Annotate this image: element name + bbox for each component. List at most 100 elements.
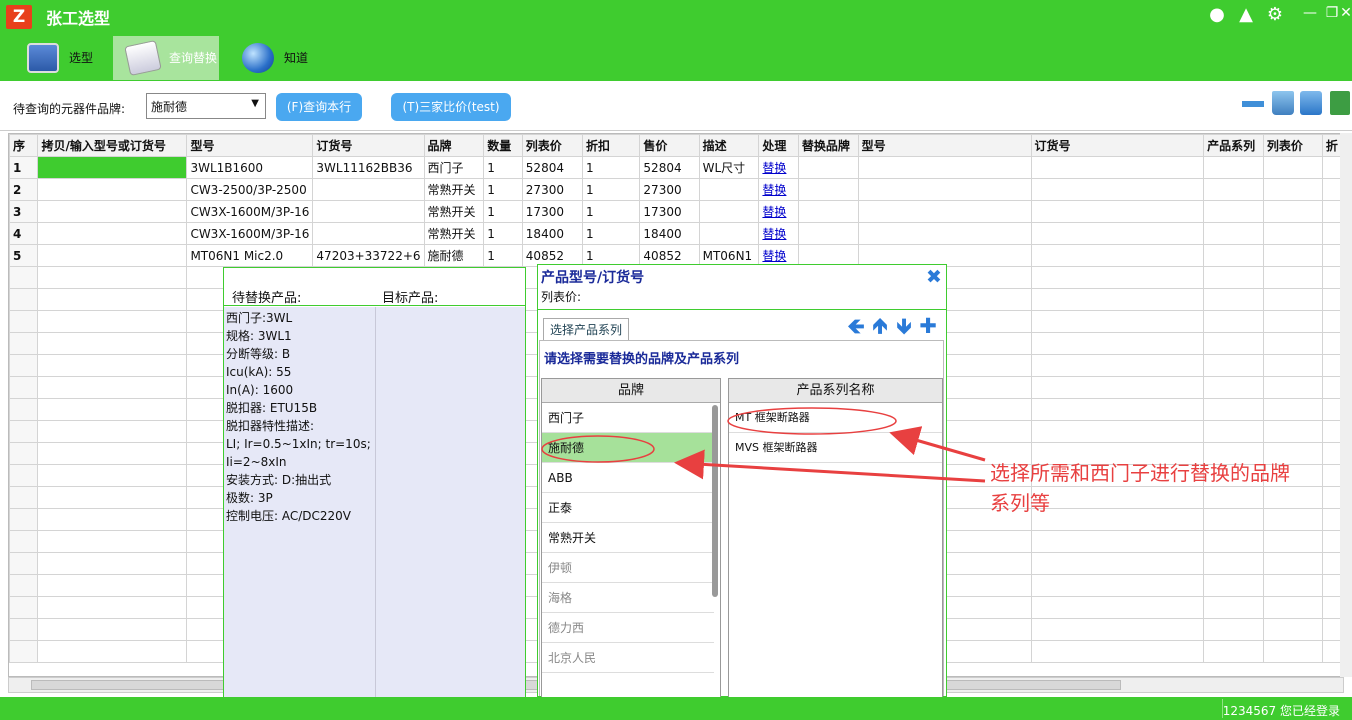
- cell-brand[interactable]: 常熟开关: [423, 178, 485, 201]
- cell-empty[interactable]: [9, 464, 39, 487]
- cell-input[interactable]: [37, 200, 188, 223]
- cell-empty[interactable]: [1030, 398, 1205, 421]
- tab-query-replace[interactable]: 查询替换: [113, 36, 219, 80]
- cell-discount[interactable]: 1: [581, 156, 641, 179]
- replace-link-text[interactable]: 替换: [762, 183, 786, 197]
- user-icon[interactable]: ●: [1206, 4, 1228, 26]
- cell-discount[interactable]: 1: [581, 222, 641, 245]
- cell-empty[interactable]: [37, 618, 188, 641]
- cell-order-no[interactable]: [312, 200, 425, 223]
- arrow-down-icon[interactable]: 🡻: [893, 315, 915, 337]
- cell-empty[interactable]: [37, 464, 188, 487]
- table-row[interactable]: 3 CW3X-1600M/3P-16 常熟开关 1 17300 1 17300 …: [9, 200, 1343, 223]
- cell-empty[interactable]: [1030, 574, 1205, 597]
- cell-empty[interactable]: [1262, 530, 1323, 553]
- cell-empty[interactable]: [1030, 244, 1205, 267]
- cell-empty[interactable]: [1203, 200, 1264, 223]
- cell-empty[interactable]: [37, 552, 188, 575]
- cell-model[interactable]: CW3X-1600M/3P-16: [186, 222, 314, 245]
- cell-empty[interactable]: [1262, 398, 1323, 421]
- cell-empty[interactable]: [37, 310, 188, 333]
- cell-empty[interactable]: [1203, 552, 1264, 575]
- cell-empty[interactable]: [1203, 222, 1264, 245]
- brand-item-siemens[interactable]: 西门子: [542, 403, 714, 433]
- cell-empty[interactable]: [37, 354, 188, 377]
- tab-know[interactable]: 知道: [228, 36, 326, 80]
- cell-price[interactable]: 17300: [639, 200, 700, 223]
- cell-empty[interactable]: [1262, 640, 1323, 663]
- vertical-scrollbar[interactable]: [1340, 133, 1352, 677]
- col-header[interactable]: 拷贝/输入型号或订货号: [37, 134, 188, 157]
- cell-brand[interactable]: 施耐德: [423, 244, 485, 267]
- col-header[interactable]: 替换品牌: [797, 134, 859, 157]
- cell-model[interactable]: 3WL1B1600: [186, 156, 314, 179]
- cell-empty[interactable]: [857, 200, 1032, 223]
- replace-link-text[interactable]: 替换: [762, 249, 786, 263]
- cell-empty[interactable]: [1030, 552, 1205, 575]
- cell-empty[interactable]: [1030, 420, 1205, 443]
- cell-empty[interactable]: [1262, 574, 1323, 597]
- cell-order-no[interactable]: [312, 222, 425, 245]
- col-header[interactable]: 列表价: [521, 134, 583, 157]
- brand-select[interactable]: 施耐德 ▼: [146, 93, 266, 119]
- cell-empty[interactable]: [797, 200, 859, 223]
- cell-empty[interactable]: [1203, 618, 1264, 641]
- cell-desc[interactable]: [698, 200, 760, 223]
- tab-select-series[interactable]: 选择产品系列: [543, 318, 630, 340]
- brand-item-changshu[interactable]: 常熟开关: [542, 523, 714, 553]
- cell-empty[interactable]: [9, 376, 39, 399]
- arrow-left-icon[interactable]: 🡸: [845, 315, 867, 337]
- cell-empty[interactable]: [1203, 640, 1264, 663]
- cell-empty[interactable]: [1203, 398, 1264, 421]
- cell-empty[interactable]: [1203, 310, 1264, 333]
- replace-link-text[interactable]: 替换: [762, 227, 786, 241]
- cell-empty[interactable]: [797, 178, 859, 201]
- cell-empty[interactable]: [1262, 618, 1323, 641]
- cell-empty[interactable]: [1203, 244, 1264, 267]
- cell-empty[interactable]: [1030, 178, 1205, 201]
- cell-order-no[interactable]: [312, 178, 425, 201]
- minimize-button[interactable]: —: [1300, 2, 1320, 24]
- cell-model[interactable]: MT06N1 Mic2.0: [186, 244, 314, 267]
- cell-empty[interactable]: [1203, 530, 1264, 553]
- col-header[interactable]: 订货号: [312, 134, 425, 157]
- cell-empty[interactable]: [1262, 332, 1323, 355]
- cell-empty[interactable]: [1262, 596, 1323, 619]
- brand-item-hager[interactable]: 海格: [542, 583, 714, 613]
- cell-empty[interactable]: [1030, 222, 1205, 245]
- cell-empty[interactable]: [797, 222, 859, 245]
- cell-list-price[interactable]: 27300: [521, 178, 583, 201]
- cell-empty[interactable]: [1262, 222, 1323, 245]
- brand-item-delixi[interactable]: 德力西: [542, 613, 714, 643]
- col-header[interactable]: 品牌: [423, 134, 485, 157]
- brand-item-chint[interactable]: 正泰: [542, 493, 714, 523]
- brand-item-abb[interactable]: ABB: [542, 463, 714, 493]
- cell-empty[interactable]: [1030, 288, 1205, 311]
- col-header[interactable]: 序: [9, 134, 39, 157]
- cell-empty[interactable]: [1262, 244, 1323, 267]
- col-header[interactable]: 售价: [639, 134, 700, 157]
- cell-model[interactable]: CW3-2500/3P-2500: [186, 178, 314, 201]
- cell-empty[interactable]: [1203, 332, 1264, 355]
- cell-empty[interactable]: [1030, 376, 1205, 399]
- cell-empty[interactable]: [9, 618, 39, 641]
- cell-empty[interactable]: [1203, 376, 1264, 399]
- cell-empty[interactable]: [37, 596, 188, 619]
- tab-select[interactable]: 选型: [13, 36, 111, 80]
- replace-link-text[interactable]: 替换: [762, 161, 786, 175]
- cell-empty[interactable]: [1203, 354, 1264, 377]
- cell-empty[interactable]: [797, 156, 859, 179]
- cell-list-price[interactable]: 18400: [521, 222, 583, 245]
- cell-brand[interactable]: 常熟开关: [423, 200, 485, 223]
- col-header[interactable]: 描述: [698, 134, 760, 157]
- brand-item-beijing-people[interactable]: 北京人民: [542, 643, 714, 673]
- cell-empty[interactable]: [37, 398, 188, 421]
- restore-button[interactable]: ❐: [1322, 2, 1342, 24]
- cell-price[interactable]: 52804: [639, 156, 700, 179]
- cell-empty[interactable]: [37, 442, 188, 465]
- cell-empty[interactable]: [9, 354, 39, 377]
- cell-empty[interactable]: [9, 574, 39, 597]
- brand-item-eaton[interactable]: 伊顿: [542, 553, 714, 583]
- cell-empty[interactable]: [1262, 420, 1323, 443]
- col-header[interactable]: 折扣: [581, 134, 641, 157]
